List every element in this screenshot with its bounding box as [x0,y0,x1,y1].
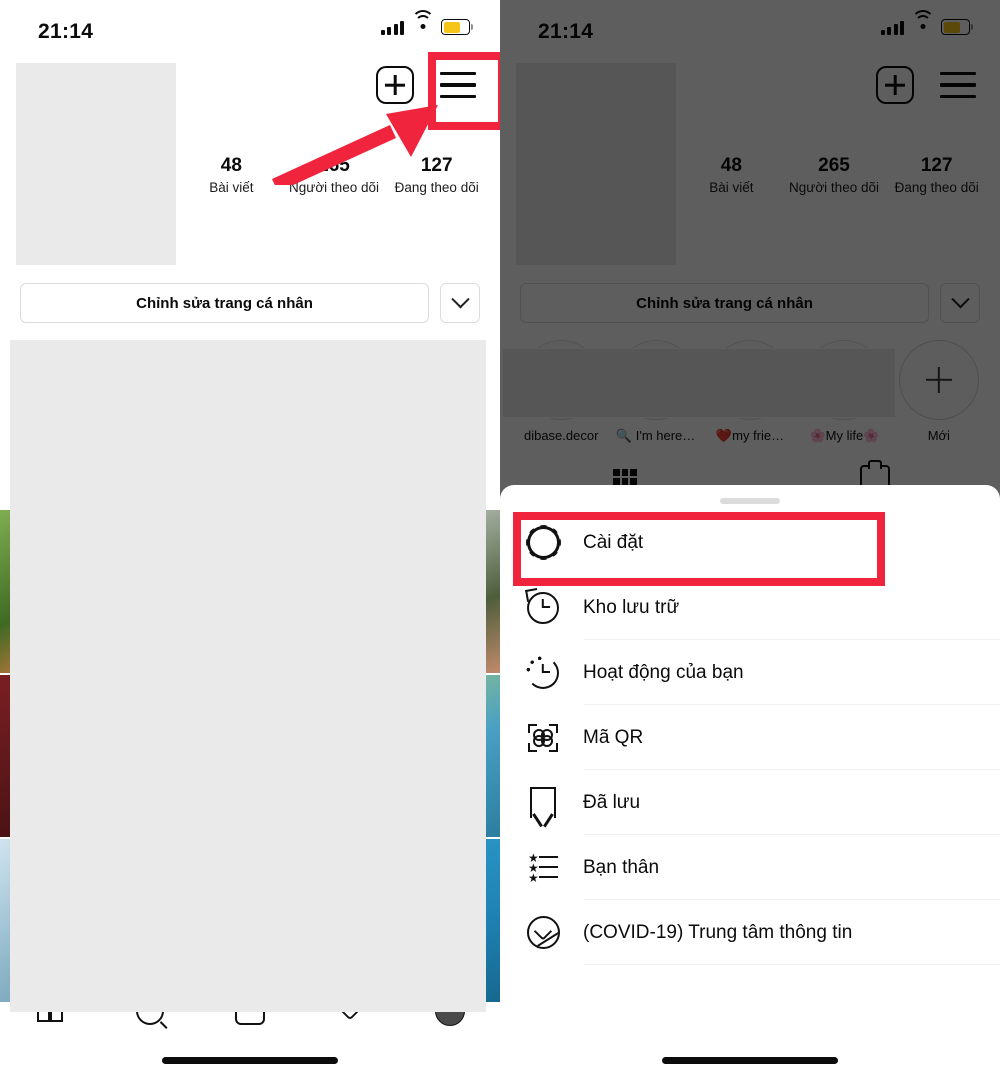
menu-item-saved[interactable]: Đã lưu [500,770,1000,835]
stat-posts[interactable]: 48 Bài viết [180,155,283,197]
menu-item-label: Đã lưu [583,791,641,813]
wifi-icon [411,10,434,34]
stat-value: 48 [220,155,242,176]
qr-code-icon [520,723,566,752]
menu-arrow-annotation [272,105,438,185]
home-indicator [662,1057,838,1064]
menu-item-label: Mã QR [583,726,644,748]
right-panel-menu-open: 21:14 48 Bài viết 265 Người theo dõi 127 [500,0,1000,1082]
cellular-signal-icon [380,20,404,35]
screenshot-root: 21:14 48 Bài viết 265 Người theo dõi 127 [0,0,1000,1082]
menu-item-covid-info[interactable]: (COVID-19) Trung tâm thông tin [500,900,1000,965]
menu-item-label: Bạn thân [583,856,660,878]
content-occluder [10,340,486,1012]
menu-item-label: (COVID-19) Trung tâm thông tin [583,921,853,943]
edit-profile-row: Chỉnh sửa trang cá nhân [20,283,480,323]
covid-info-icon [520,916,566,949]
stat-label: Bài viết [209,180,254,195]
close-friends-icon: ★ ★ ★ [520,852,566,884]
menu-item-qr-code[interactable]: Mã QR [500,705,1000,770]
bookmark-icon [520,787,566,818]
menu-item-close-friends[interactable]: ★ ★ ★ Bạn thân [500,835,1000,900]
chevron-down-icon[interactable] [440,283,480,323]
home-indicator [162,1057,338,1064]
avatar[interactable] [16,63,176,265]
status-bar: 21:14 [0,0,500,52]
left-panel-profile: 21:14 48 Bài viết 265 Người theo dõi 127 [0,0,500,1082]
activity-clock-icon [520,655,566,690]
archive-clock-icon [520,587,566,624]
drag-handle[interactable] [720,498,780,504]
menu-item-label: Kho lưu trữ [583,596,680,618]
menu-item-your-activity[interactable]: Hoạt động của bạn [500,640,1000,705]
menu-item-label: Hoạt động của bạn [583,661,744,683]
status-indicators [380,10,474,35]
status-clock: 21:14 [38,20,94,43]
battery-icon [441,19,474,35]
settings-highlight-box [513,512,885,586]
edit-profile-button[interactable]: Chỉnh sửa trang cá nhân [20,283,429,323]
